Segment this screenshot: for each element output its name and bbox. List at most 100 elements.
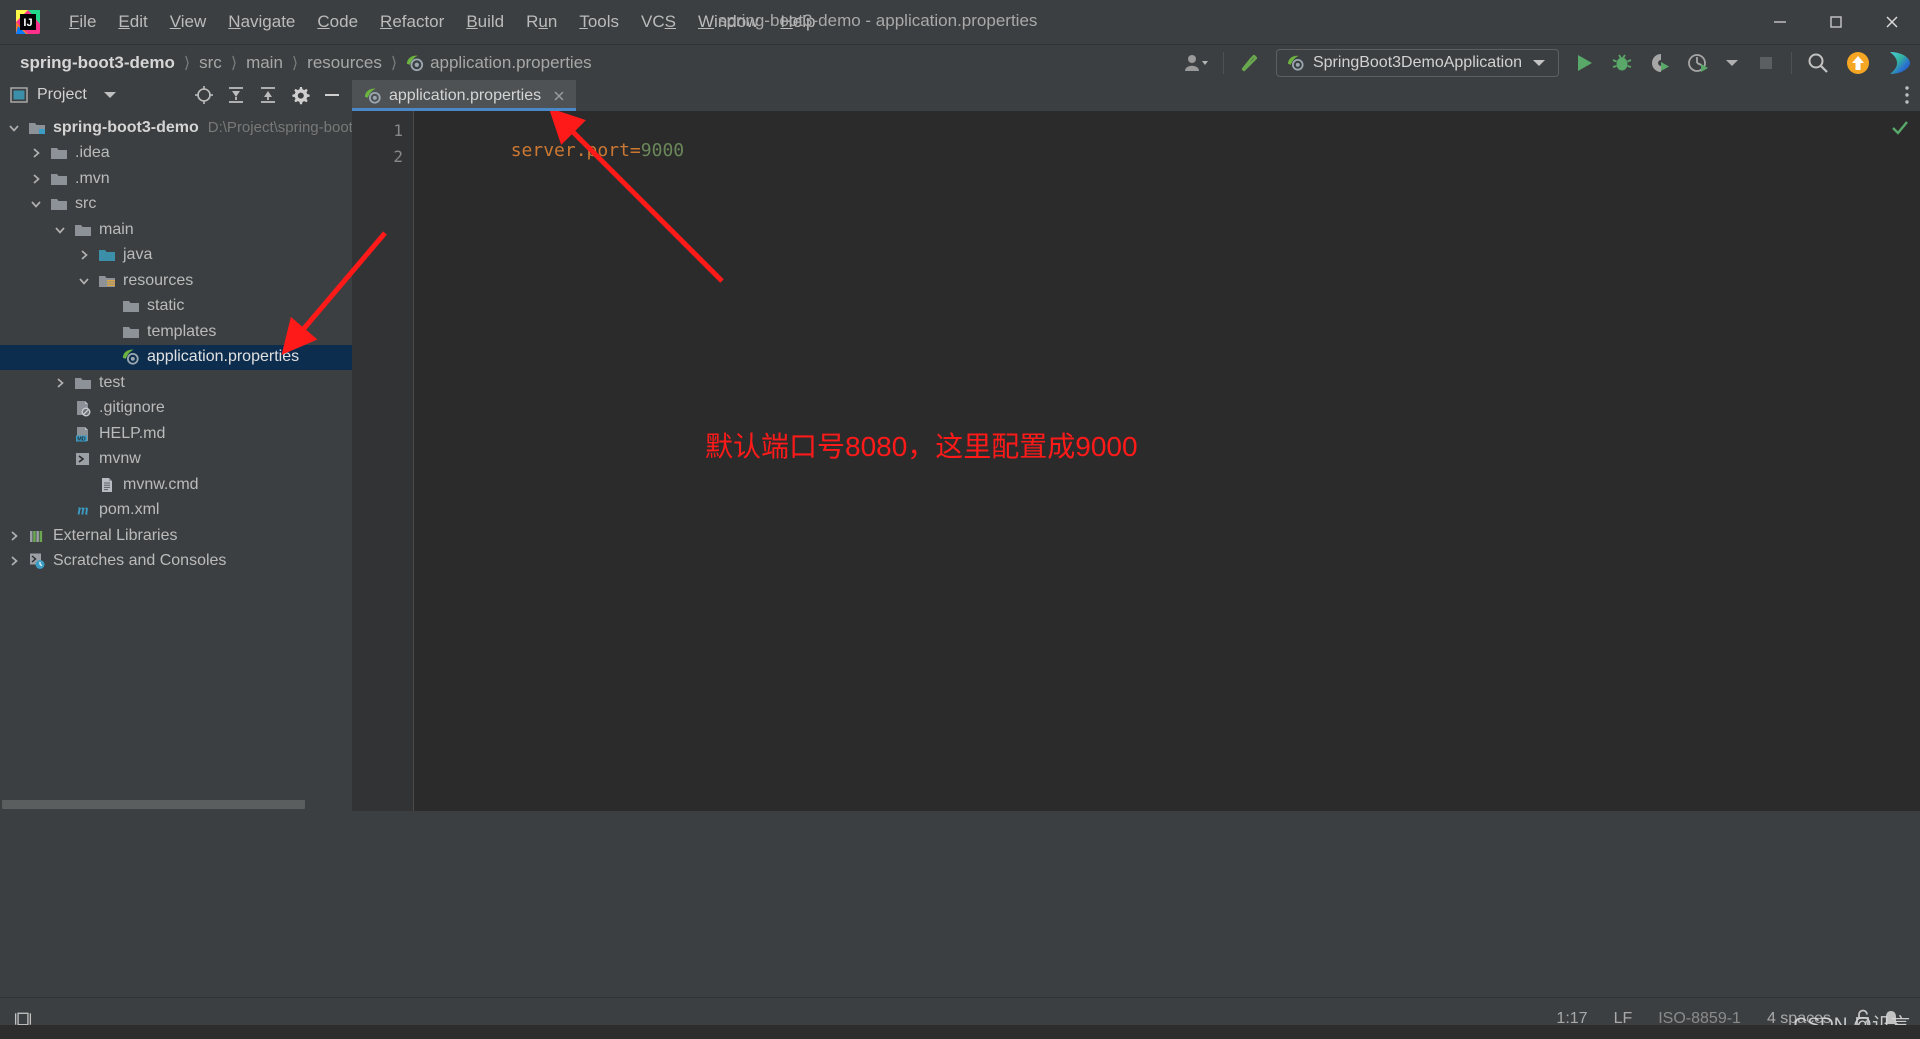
crosshair-icon[interactable]	[188, 80, 220, 110]
gradient-play-icon[interactable]	[1878, 45, 1920, 81]
menu-item-code[interactable]: Code	[306, 8, 369, 36]
more-vertical-icon[interactable]	[1904, 84, 1910, 106]
menu-item-vcs[interactable]: VCS	[630, 8, 687, 36]
menu-item-edit[interactable]: Edit	[107, 8, 158, 36]
line-number: 2	[393, 147, 403, 166]
chevron-down-icon[interactable]	[6, 120, 22, 136]
scrollbar-thumb[interactable]	[2, 800, 305, 809]
breadcrumb-item-file[interactable]: application.properties	[430, 53, 592, 73]
tree-row[interactable]: External Libraries	[0, 523, 352, 549]
annotation-text: 默认端口号8080，这里配置成9000	[705, 431, 1138, 462]
source-root-icon	[98, 246, 116, 264]
script-icon	[74, 450, 92, 468]
menu-items: FFileile Edit View Navigate Code Refacto…	[58, 8, 826, 36]
tab-application-properties[interactable]: application.properties	[352, 80, 577, 111]
breadcrumb: spring-boot3-demo ⟩ src ⟩ main ⟩ resourc…	[20, 53, 592, 73]
project-panel-title: Project	[37, 86, 87, 103]
tree-row[interactable]: .mvn	[0, 166, 352, 192]
minus-icon[interactable]	[316, 80, 348, 110]
menu-item-run[interactable]: Run	[515, 8, 568, 36]
minimize-icon[interactable]	[1752, 0, 1808, 44]
close-icon[interactable]	[552, 89, 566, 103]
expand-all-icon[interactable]	[220, 80, 252, 110]
menu-item-file[interactable]: FFileile	[58, 8, 107, 36]
bottom-strip	[0, 1025, 1920, 1039]
tree-item-label: Scratches and Consoles	[53, 552, 227, 570]
project-window-icon	[10, 86, 28, 104]
chevron-right-icon[interactable]	[6, 553, 22, 569]
intellij-idea-window: IJ FFileile Edit View Navigate Code Refa…	[0, 0, 1920, 1039]
chevron-right-icon[interactable]	[6, 528, 22, 544]
editor-gutter: 1 2	[352, 111, 414, 811]
user-icon[interactable]	[1175, 45, 1217, 81]
tree-row[interactable]: static	[0, 294, 352, 320]
spring-icon	[1287, 54, 1305, 72]
menu-item-refactor[interactable]: Refactor	[369, 8, 455, 36]
tree-item-label: main	[99, 220, 134, 238]
tree-row[interactable]: src	[0, 192, 352, 218]
search-icon[interactable]	[1798, 45, 1838, 81]
chevron-right-icon[interactable]	[76, 247, 92, 263]
chevron-down-icon[interactable]	[1530, 54, 1548, 72]
run-icon[interactable]	[1565, 45, 1603, 81]
breadcrumb-item-main[interactable]: main	[246, 53, 283, 73]
chevron-right-icon[interactable]	[52, 375, 68, 391]
tree-row[interactable]: m pom.xml	[0, 498, 352, 524]
tree-item-label: resources	[123, 271, 194, 289]
project-panel-horizontal-scrollbar[interactable]	[0, 797, 352, 811]
menu-item-build[interactable]: Build	[455, 8, 515, 36]
tree-row[interactable]: test	[0, 370, 352, 396]
debug-icon[interactable]	[1603, 45, 1641, 81]
tree-row[interactable]: .idea	[0, 141, 352, 167]
tab-label: application.properties	[389, 86, 542, 104]
update-arrow-icon[interactable]	[1838, 45, 1878, 81]
chevron-down-icon[interactable]	[1717, 45, 1747, 81]
project-tool-window: Project spring-boot3-demo D:\Project\spr…	[0, 80, 361, 811]
chevron-right-icon[interactable]	[28, 145, 44, 161]
chevron-down-icon[interactable]	[28, 196, 44, 212]
property-key: server.port	[510, 140, 630, 161]
profiler-icon[interactable]	[1679, 45, 1717, 81]
menu-item-navigate[interactable]: Navigate	[217, 8, 306, 36]
menu-item-view[interactable]: View	[159, 8, 218, 36]
tree-item-label: External Libraries	[53, 526, 178, 544]
menu-item-tools[interactable]: Tools	[568, 8, 630, 36]
code-line-1[interactable]: server.port=9000	[424, 119, 684, 182]
tree-item-label: java	[123, 246, 153, 264]
hammer-icon[interactable]	[1230, 45, 1270, 81]
project-tree: spring-boot3-demo D:\Project\spring-boot…	[0, 115, 361, 575]
stop-icon[interactable]	[1747, 45, 1785, 81]
tree-row-application-properties[interactable]: application.properties	[0, 344, 352, 370]
tree-row[interactable]: templates	[0, 319, 352, 345]
chevron-down-icon[interactable]	[52, 222, 68, 238]
run-configuration-selector[interactable]: SpringBoot3DemoApplication	[1275, 49, 1559, 77]
chevron-down-icon[interactable]	[101, 86, 119, 104]
maximize-icon[interactable]	[1808, 0, 1864, 44]
breadcrumb-item-project[interactable]: spring-boot3-demo	[20, 53, 175, 73]
ok-check-icon[interactable]	[1891, 119, 1909, 137]
tree-row[interactable]: main	[0, 217, 352, 243]
coverage-icon[interactable]	[1641, 45, 1679, 81]
tree-item-label: mvnw.cmd	[123, 475, 199, 493]
tree-item-label: .mvn	[75, 169, 110, 187]
intellij-idea-logo: IJ	[14, 8, 42, 36]
window-controls	[1752, 0, 1920, 44]
collapse-all-icon[interactable]	[252, 80, 284, 110]
folder-icon	[50, 195, 68, 213]
tree-row[interactable]: mvnw.cmd	[0, 472, 352, 498]
tree-row[interactable]: mvnw	[0, 447, 352, 473]
chevron-right-icon[interactable]	[28, 171, 44, 187]
tree-row[interactable]: Scratches and Consoles	[0, 549, 352, 575]
code-editor[interactable]: 1 2 server.port=9000 默认端口号8080，这里配置成9000	[352, 111, 1920, 811]
close-icon[interactable]	[1864, 0, 1920, 44]
tree-row[interactable]: .gitignore	[0, 396, 352, 422]
tree-row[interactable]: java	[0, 243, 352, 269]
chevron-down-icon[interactable]	[76, 273, 92, 289]
breadcrumb-item-src[interactable]: src	[199, 53, 222, 73]
tree-row[interactable]: resources	[0, 268, 352, 294]
gear-icon[interactable]	[284, 80, 316, 110]
breadcrumb-item-resources[interactable]: resources	[307, 53, 382, 73]
tree-row[interactable]: MD HELP.md	[0, 421, 352, 447]
project-panel-header: Project	[0, 80, 352, 110]
tree-row[interactable]: spring-boot3-demo D:\Project\spring-boot…	[0, 115, 361, 141]
